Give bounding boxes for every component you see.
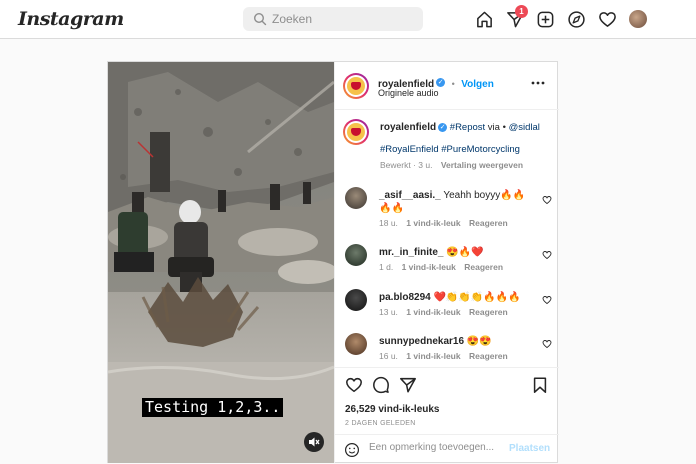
muted-speaker-icon [309,437,320,447]
comment-item: _asif__aasi._ Yeahh boyyy🔥🔥🔥🔥 18 u. 1 vi… [345,187,555,231]
video-caption-overlay: Testing 1,2,3.. [142,398,284,417]
mention-sidlal[interactable]: @sidlal [509,122,540,133]
audio-label[interactable]: Originele audio [378,88,439,98]
comment-bubble-icon[interactable] [372,376,390,394]
comment-composer: Plaatsen [335,434,559,464]
instagram-logo[interactable]: Instagram [18,8,124,30]
comment-likes[interactable]: 1 vind-ik-leuk [406,351,460,361]
post-header: royalenfield ✓ • Volgen Originele audio [335,62,559,110]
search-input[interactable]: Zoeken [272,12,312,26]
comment-item: pa.blo8294 ❤️👏👏👏🔥🔥🔥 13 u. 1 vind-ik-leuk… [345,289,555,323]
comment-avatar[interactable] [345,187,367,209]
notification-badge: 1 [515,5,528,18]
comment-time: 16 u. [379,351,398,361]
like-count[interactable]: 26,529 vind-ik-leuks [345,404,440,415]
share-icon[interactable] [399,376,417,394]
comment-likes[interactable]: 1 vind-ik-leuk [406,307,460,317]
comment-like-heart-icon[interactable] [542,295,552,305]
author-avatar[interactable] [343,73,369,99]
search-bar[interactable]: Zoeken [243,7,423,31]
caption-author-avatar[interactable] [343,119,369,145]
comment-like-heart-icon[interactable] [542,250,552,260]
mute-button[interactable] [304,432,324,452]
comment-likes[interactable]: 1 vind-ik-leuk [406,218,460,228]
comment-time: 13 u. [379,307,398,317]
search-icon [253,12,267,26]
comment-avatar[interactable] [345,289,367,311]
post-caption: royalenfield ✓ #Repost via • @sidlal #Roy… [343,119,555,184]
comment-avatar[interactable] [345,244,367,266]
save-bookmark-icon[interactable] [531,376,549,394]
comment-username[interactable]: sunnypednekar16 [379,336,464,347]
verified-badge-icon: ✓ [436,78,446,88]
home-icon[interactable] [475,10,494,29]
chevron-down-icon[interactable]: ﹀ [92,13,101,26]
hashtag-repost[interactable]: #Repost [450,122,485,133]
caption-via-text: via • [485,122,509,133]
comment-like-heart-icon[interactable] [542,195,552,205]
comment-input[interactable] [369,442,499,453]
comment-avatar[interactable] [345,333,367,355]
more-options-icon[interactable] [531,80,545,86]
post-comment-button[interactable]: Plaatsen [509,443,550,454]
reply-button[interactable]: Reageren [464,262,503,272]
emoji-icon[interactable] [344,442,360,458]
comment-time: 1 d. [379,262,394,272]
comment-time: 18 u. [379,218,398,228]
reply-button[interactable]: Reageren [469,351,508,361]
post-sidebar: royalenfield ✓ • Volgen Originele audio r… [334,62,559,463]
comment-username[interactable]: _asif__aasi._ [379,190,441,201]
caption-edited-time: Bewerkt · 3 u. [380,160,433,170]
comment-text: 😍🔥❤️ [443,247,484,258]
reply-button[interactable]: Reageren [469,218,508,228]
translate-link[interactable]: Vertaling weergeven [441,160,523,170]
comment-likes[interactable]: 1 vind-ik-leuk [402,262,456,272]
post-date[interactable]: 2 DAGEN GELEDEN [345,420,416,427]
verified-badge-icon: ✓ [438,122,448,132]
comment-item: sunnypednekar16 😍😍 16 u. 1 vind-ik-leuk … [345,333,555,366]
comment-like-heart-icon[interactable] [542,339,552,349]
post-actions-section: 26,529 vind-ik-leuks 2 DAGEN GELEDEN Pla… [335,367,559,463]
post-video[interactable]: Testing 1,2,3.. [108,62,334,463]
comment-text: 😍😍 [464,336,492,347]
follow-button[interactable]: Volgen [461,79,494,90]
comment-username[interactable]: mr._in_finite_ [379,247,443,258]
comment-username[interactable]: pa.blo8294 [379,292,431,303]
comment-text: ❤️👏👏👏🔥🔥🔥 [430,292,521,303]
explore-compass-icon[interactable] [567,10,586,29]
post-modal: Testing 1,2,3.. royalenfield ✓ • Volgen O… [107,61,559,463]
new-post-icon[interactable] [536,10,555,29]
comment-item: mr._in_finite_ 😍🔥❤️ 1 d. 1 vind-ik-leuk … [345,244,555,278]
caption-hashtags[interactable]: #RoyalEnfield #PureMotorcycling [380,144,520,155]
caption-username[interactable]: royalenfield [380,122,436,133]
activity-heart-icon[interactable] [598,10,617,29]
comments-list: royalenfield ✓ #Repost via • @sidlal #Roy… [335,110,559,366]
reply-button[interactable]: Reageren [469,307,508,317]
top-navigation-bar: Instagram ﹀ Zoeken 1 [0,0,696,39]
profile-avatar[interactable] [629,10,647,28]
separator-dot: • [451,79,455,89]
like-heart-icon[interactable] [345,376,363,394]
